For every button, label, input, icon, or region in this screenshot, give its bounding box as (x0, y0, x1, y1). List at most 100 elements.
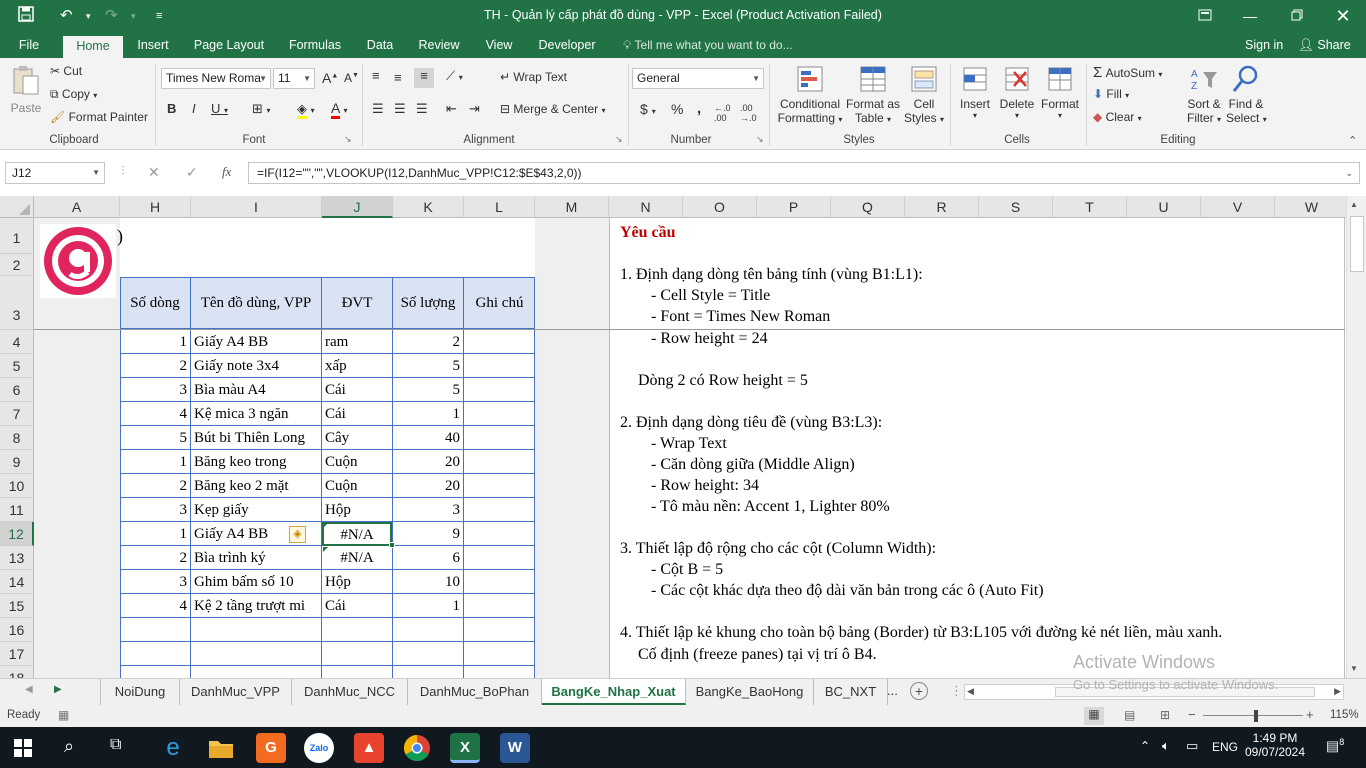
number-format-combo[interactable]: General ▼ (632, 68, 764, 89)
table-cell[interactable]: 9 (393, 522, 463, 546)
orientation-icon[interactable]: ⟋ ▾ (446, 68, 463, 84)
format-painter-button[interactable]: 🖌︎ Format Painter (50, 110, 148, 124)
table-cell[interactable]: xấp (322, 354, 392, 378)
insert-cells-button[interactable]: Insert ▾ (956, 64, 994, 120)
table-cell[interactable]: Hộp (322, 498, 392, 522)
table-cell-selected[interactable]: #N/A (322, 522, 392, 546)
sort-filter-button[interactable]: AZ Sort & Filter ▾ (1184, 64, 1224, 125)
column-header[interactable]: P (757, 196, 831, 218)
ribbon-display-icon[interactable] (1190, 4, 1220, 28)
column-header[interactable]: L (464, 196, 535, 218)
sign-in-link[interactable]: Sign in (1245, 34, 1283, 56)
copy-button[interactable]: ⧉ Copy ▾ (50, 87, 97, 102)
error-warning-icon[interactable]: ◈ (289, 526, 306, 543)
clear-button[interactable]: ◆ Clear ▾ (1093, 110, 1142, 124)
table-cell[interactable]: Băng keo 2 mặt (191, 474, 321, 498)
prev-sheet-icon[interactable]: ◀ (25, 684, 33, 695)
tray-chevron-icon[interactable]: ⌃ (1140, 739, 1150, 753)
table-cell[interactable]: Hộp (322, 570, 392, 594)
row-header[interactable]: 2 (0, 254, 34, 276)
row-header[interactable]: 11 (0, 498, 34, 522)
table-cell[interactable]: 4 (120, 594, 190, 618)
top-align-icon[interactable]: ≡ (372, 68, 380, 83)
table-cell[interactable]: 1 (120, 522, 190, 546)
table-cell[interactable]: 3 (393, 498, 463, 522)
italic-icon[interactable]: I (192, 101, 196, 116)
page-break-view-icon[interactable]: ⊞ (1160, 708, 1170, 722)
fill-color-icon[interactable]: ◈ ▾ (297, 101, 315, 119)
decrease-font-icon[interactable]: A▼ (344, 71, 359, 85)
media-app-icon[interactable]: ▲ (354, 733, 384, 763)
row-header[interactable]: 5 (0, 354, 34, 378)
tab-data[interactable]: Data (360, 34, 400, 58)
merge-center-button[interactable]: ⊟ Merge & Center ▾ (500, 102, 605, 116)
select-all-corner[interactable] (0, 196, 34, 218)
zoom-out-icon[interactable]: − (1188, 707, 1196, 722)
column-header[interactable]: M (535, 196, 609, 218)
sheet-tab[interactable]: NoiDung (100, 679, 180, 705)
header-cell[interactable]: Số lượng (393, 277, 464, 329)
decrease-indent-icon[interactable]: ⇤ (446, 101, 457, 117)
font-color-icon[interactable]: A ▾ (331, 100, 347, 119)
table-cell[interactable]: Cái (322, 594, 392, 618)
table-cell[interactable]: 40 (393, 426, 463, 450)
table-cell[interactable]: 20 (393, 450, 463, 474)
table-cell[interactable]: #N/A (322, 546, 392, 570)
tab-view[interactable]: View (478, 34, 520, 58)
name-box[interactable]: J12 ▼ (5, 162, 105, 184)
column-header[interactable]: U (1127, 196, 1201, 218)
sheet-tab[interactable]: BangKe_BaoHong (686, 679, 814, 705)
increase-font-icon[interactable]: A▲ (322, 70, 338, 86)
conditional-formatting-button[interactable]: Conditional Formatting ▾ (775, 64, 845, 125)
table-cell[interactable]: Cuộn (322, 450, 392, 474)
table-cell[interactable]: ram (322, 330, 392, 354)
decrease-decimal-icon[interactable]: .00 →.0 (740, 103, 757, 123)
row-header[interactable]: 3 (0, 276, 34, 330)
row-header[interactable]: 14 (0, 570, 34, 594)
bottom-align-icon[interactable]: ≡ (414, 68, 434, 88)
table-cell[interactable]: 1 (393, 594, 463, 618)
column-header[interactable]: I (191, 196, 322, 218)
column-header[interactable]: R (905, 196, 979, 218)
table-cell[interactable]: 2 (120, 354, 190, 378)
table-cell[interactable]: Giấy A4 BB (191, 330, 321, 354)
tab-review[interactable]: Review (412, 34, 466, 58)
row-header[interactable]: 12 (0, 522, 34, 546)
sheet-tab[interactable]: BC_NXT (814, 679, 888, 705)
excel-taskbar-icon[interactable]: X (450, 733, 480, 763)
column-header[interactable]: H (120, 196, 191, 218)
delete-cells-button[interactable]: Delete ▾ (997, 64, 1037, 120)
minimize-icon[interactable]: — (1235, 4, 1265, 28)
normal-view-icon[interactable]: ▦ (1084, 707, 1104, 725)
tab-home[interactable]: Home (63, 36, 123, 58)
table-cell[interactable]: Cuộn (322, 474, 392, 498)
expand-formula-icon[interactable]: ⌄ (1345, 163, 1353, 183)
table-cell[interactable]: Bìa màu A4 (191, 378, 321, 402)
column-header[interactable]: J (322, 196, 393, 218)
row-header[interactable]: 15 (0, 594, 34, 618)
table-cell[interactable]: 6 (393, 546, 463, 570)
worksheet-grid[interactable]: A H I J K L M N O P Q R S T U V W 1 2 3 … (0, 196, 1366, 678)
column-header[interactable]: W (1275, 196, 1349, 218)
cell-styles-button[interactable]: Cell Styles ▾ (902, 64, 946, 125)
chrome-icon[interactable] (402, 733, 432, 763)
zoom-in-icon[interactable]: + (1306, 707, 1314, 722)
windows-start-icon[interactable] (14, 739, 32, 760)
table-cell[interactable]: Cây (322, 426, 392, 450)
sheet-tab[interactable]: DanhMuc_VPP (180, 679, 292, 705)
tray-volume-icon[interactable]: 🔈︎ (1162, 738, 1170, 754)
network-icon[interactable]: ▭ (1186, 738, 1198, 754)
column-header[interactable]: A (34, 196, 120, 218)
table-cell[interactable]: 3 (120, 570, 190, 594)
edge-icon[interactable]: e (158, 733, 188, 763)
table-cell[interactable]: 10 (393, 570, 463, 594)
accounting-icon[interactable]: $ ▾ (640, 101, 656, 117)
tell-me-box[interactable]: 💡︎ Tell me what you want to do... (623, 34, 793, 56)
table-cell[interactable]: 4 (120, 402, 190, 426)
column-header[interactable]: Q (831, 196, 905, 218)
wps-icon[interactable]: G (256, 733, 286, 763)
align-center-icon[interactable]: ☰ (394, 101, 406, 117)
tab-formulas[interactable]: Formulas (282, 34, 348, 58)
column-header[interactable]: O (683, 196, 757, 218)
table-cell[interactable]: Bìa trình ký (191, 546, 321, 570)
